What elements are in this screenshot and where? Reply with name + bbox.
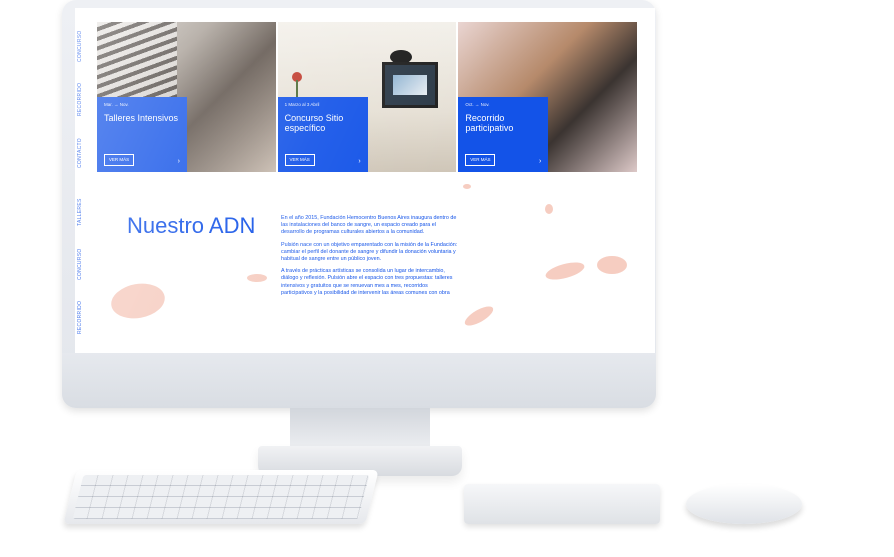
chevron-right-icon[interactable]: ›	[178, 158, 180, 165]
card-talleres[interactable]: Mar. → Nov. Talleres Intensivos VER MÁS …	[97, 22, 276, 172]
nav-item-contacto[interactable]: CONTACTO	[77, 138, 83, 168]
program-cards: Mar. → Nov. Talleres Intensivos VER MÁS …	[97, 22, 638, 172]
decorative-blob	[462, 302, 496, 330]
scene: CONCURSO RECORRIDO CONTACTO TALLERES CON…	[0, 0, 894, 557]
section-body: En el año 2015, Fundación Hemocentro Bue…	[281, 215, 459, 345]
chevron-right-icon[interactable]: ›	[539, 158, 541, 165]
decorative-blob	[463, 184, 471, 189]
monitor-neck	[290, 408, 430, 448]
decorative-blob	[543, 259, 587, 283]
decorative-blob	[545, 204, 553, 214]
card-date: Oct. → Nov.	[465, 102, 490, 107]
body-paragraph: A través de prácticas artísticas se cons…	[281, 268, 453, 296]
framed-picture	[381, 62, 438, 108]
keys	[72, 475, 370, 519]
card-panel: Oct. → Nov. Recorrido participativo VER …	[458, 97, 549, 172]
card-panel: 1 Marzo al 3 Abril Concurso Sitio especí…	[277, 97, 368, 172]
decorative-blob	[597, 256, 627, 274]
card-panel: Mar. → Nov. Talleres Intensivos VER MÁS …	[97, 97, 187, 172]
card-title: Talleres Intensivos	[104, 113, 179, 123]
card-concurso[interactable]: 1 Marzo al 3 Abril Concurso Sitio especí…	[277, 22, 457, 172]
website-screen: CONCURSO RECORRIDO CONTACTO TALLERES CON…	[75, 8, 655, 353]
nav-item-recorrido[interactable]: RECORRIDO	[77, 83, 83, 116]
vertical-nav: CONCURSO RECORRIDO CONTACTO TALLERES CON…	[75, 8, 97, 353]
card-date: Mar. → Nov.	[104, 102, 129, 107]
monitor-chin	[62, 353, 656, 408]
nav-item-recorrido-2[interactable]: RECORRIDO	[77, 301, 83, 334]
body-paragraph: En el año 2015, Fundación Hemocentro Bue…	[281, 215, 457, 236]
trackpad	[464, 484, 660, 524]
nav-item-talleres[interactable]: TALLERES	[77, 198, 83, 226]
decorative-blob	[108, 279, 168, 323]
nav-item-concurso-2[interactable]: CONCURSO	[77, 248, 83, 280]
card-date: 1 Marzo al 3 Abril	[284, 102, 320, 107]
card-recorrido[interactable]: Oct. → Nov. Recorrido participativo VER …	[458, 22, 638, 172]
decorative-blob	[247, 274, 267, 282]
keyboard	[63, 470, 379, 524]
ver-mas-button[interactable]: VER MÁS	[465, 154, 496, 166]
ver-mas-button[interactable]: VER MÁS	[284, 154, 315, 166]
ver-mas-button[interactable]: VER MÁS	[104, 154, 134, 166]
card-title: Recorrido participativo	[465, 113, 514, 133]
section-title: Nuestro ADN	[127, 213, 256, 238]
body-paragraph: Pulsión nace con un objetivo emparentado…	[281, 241, 458, 263]
chevron-right-icon[interactable]: ›	[358, 158, 360, 165]
card-title: Concurso Sitio específico	[284, 113, 344, 133]
mouse	[686, 484, 802, 524]
nav-item-concurso[interactable]: CONCURSO	[77, 30, 83, 62]
